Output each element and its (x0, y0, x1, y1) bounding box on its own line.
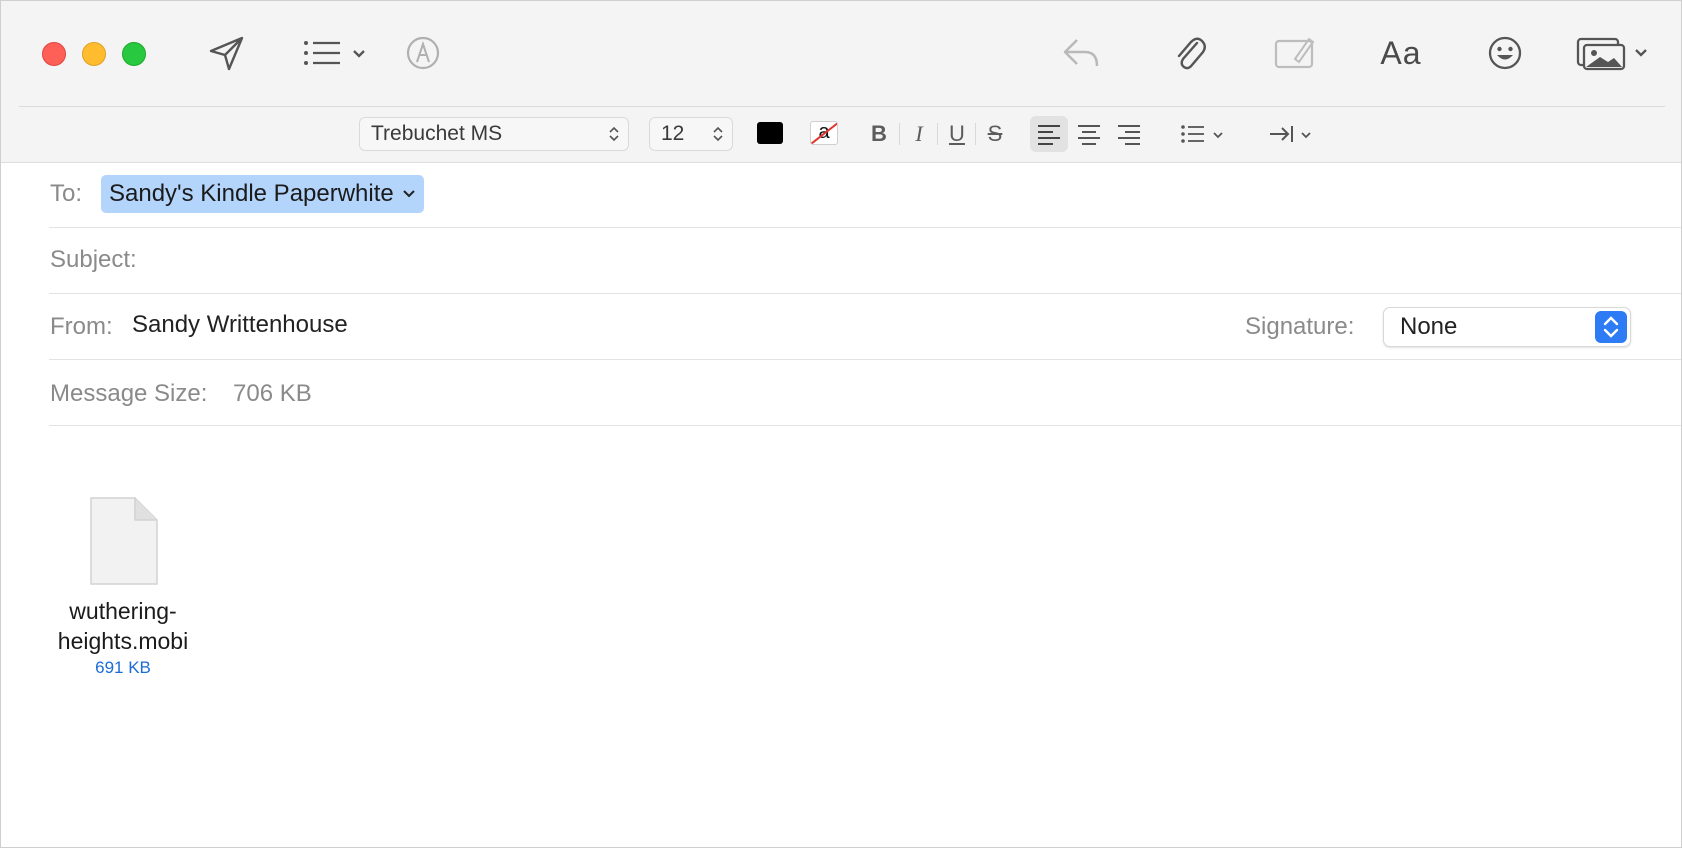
smiley-icon (1488, 36, 1522, 70)
document-icon[interactable] (89, 496, 159, 586)
bold-label: B (871, 121, 887, 146)
attachment-name-line2: heights.mobi (57, 628, 189, 654)
to-label: To: (50, 180, 83, 207)
background-color-button[interactable]: a (810, 121, 838, 145)
font-family-value: Trebuchet MS (371, 122, 503, 145)
attach-button[interactable] (1165, 29, 1213, 77)
subject-label: Subject: (50, 246, 137, 273)
indent-button[interactable] (1267, 119, 1315, 149)
attachment-name: wuthering- heights.mobi (41, 596, 205, 656)
message-size-value: 706 KB (233, 380, 312, 407)
align-right-button[interactable] (1111, 119, 1147, 149)
font-size-value: 12 (661, 122, 685, 145)
photos-chevron-icon (1576, 37, 1647, 71)
underline-label: U (949, 121, 965, 146)
aa-label: Aa (1380, 34, 1422, 71)
italic-button[interactable]: I (907, 119, 931, 149)
divider (49, 359, 1681, 360)
signature-select[interactable]: None (1383, 307, 1631, 347)
signature-value: None (1400, 313, 1458, 340)
send-icon (209, 36, 244, 71)
strike-label: S (987, 121, 1003, 146)
align-right-icon (1118, 125, 1140, 145)
stepper-icon (1595, 311, 1627, 343)
format-button[interactable]: Aa (1373, 29, 1429, 77)
attachment-size: 691 KB (95, 658, 151, 677)
emoji-button[interactable] (1483, 29, 1527, 77)
markup-icon (406, 36, 440, 70)
bullet-list-chevron-icon (1181, 125, 1223, 143)
align-center-button[interactable] (1071, 119, 1107, 149)
send-button[interactable] (203, 29, 251, 77)
close-button[interactable] (42, 42, 66, 66)
text-color-button[interactable] (757, 122, 783, 144)
bold-button[interactable]: B (867, 119, 891, 149)
minimize-button[interactable] (82, 42, 106, 66)
align-left-button[interactable] (1031, 119, 1067, 149)
divider (49, 293, 1681, 294)
insert-drawing-button[interactable] (1269, 29, 1321, 77)
updown-icon (713, 126, 723, 142)
reply-button[interactable] (1057, 29, 1105, 77)
signature-label: Signature: (1245, 313, 1355, 340)
attachment-name-line1: wuthering- (69, 598, 177, 624)
from-label: From: (50, 313, 113, 340)
list-chevron-icon (304, 41, 365, 65)
font-family-select[interactable]: Trebuchet MS (359, 117, 629, 151)
list-style-button[interactable] (1179, 119, 1227, 149)
underline-button[interactable]: U (945, 119, 969, 149)
italic-label: I (915, 121, 923, 146)
format-divider (899, 123, 900, 145)
format-divider (975, 123, 976, 145)
toolbar-divider (19, 106, 1665, 107)
indent-chevron-icon (1270, 126, 1311, 142)
format-divider (937, 123, 938, 145)
align-center-icon (1078, 125, 1100, 145)
paperclip-icon (1177, 37, 1206, 70)
message-size-label: Message Size: (50, 380, 208, 407)
align-left-icon (1038, 125, 1060, 145)
strikethrough-button[interactable]: S (983, 119, 1007, 149)
zoom-button[interactable] (122, 42, 146, 66)
photo-browser-button[interactable] (1575, 29, 1653, 77)
sketch-icon (1274, 37, 1315, 69)
font-size-select[interactable]: 12 (649, 117, 733, 151)
divider (49, 227, 1681, 228)
updown-icon (609, 126, 619, 142)
subject-input[interactable] (161, 246, 1641, 276)
reply-icon (1063, 39, 1099, 67)
compose-window: Aa Trebuchet MS 12 B I U S To: Sandy's K… (0, 0, 1682, 848)
recipient-name: Sandy's Kindle Paperwhite (109, 180, 394, 207)
toolbar-area: Aa Trebuchet MS 12 B I U S (1, 1, 1681, 163)
divider (49, 425, 1681, 426)
recipient-token[interactable]: Sandy's Kindle Paperwhite (101, 175, 424, 213)
from-value[interactable]: Sandy Writtenhouse (132, 311, 348, 339)
chevron-down-icon (403, 190, 415, 198)
markup-button[interactable] (401, 29, 445, 77)
header-fields-button[interactable] (301, 29, 369, 77)
